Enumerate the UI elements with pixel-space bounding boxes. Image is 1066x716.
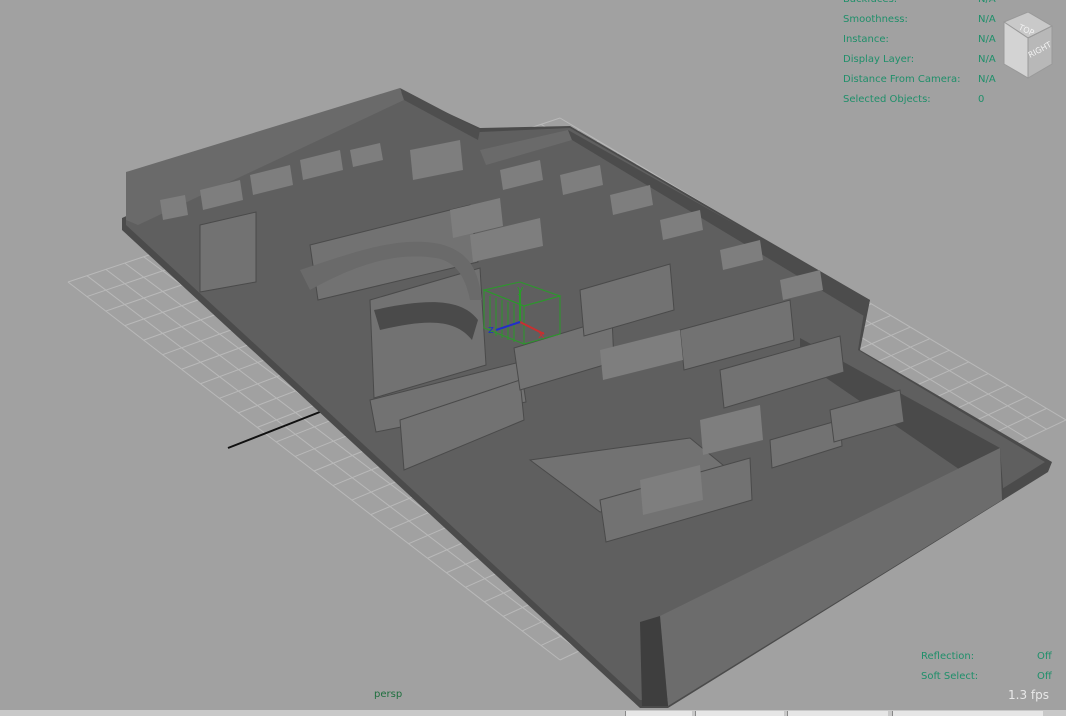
hud-label: Instance: bbox=[843, 34, 889, 45]
grid-axis-line bbox=[227, 407, 331, 449]
toolbar-slot[interactable] bbox=[625, 711, 692, 716]
hud-row-smoothness: Smoothness: N/A bbox=[843, 10, 1023, 30]
y-axis-label: y bbox=[517, 283, 524, 296]
hud-label: Distance From Camera: bbox=[843, 74, 961, 85]
hud-value: Off bbox=[1037, 651, 1052, 662]
hud-label: Smoothness: bbox=[843, 14, 908, 25]
x-axis-label: x bbox=[538, 328, 545, 341]
hud-row-reflection: Reflection: Off bbox=[921, 647, 1061, 667]
hud-label: Selected Objects: bbox=[843, 94, 931, 105]
hud-label: Reflection: bbox=[921, 651, 975, 662]
hud-render-settings: Reflection: Off Soft Select: Off bbox=[921, 647, 1061, 687]
hud-row-soft-select: Soft Select: Off bbox=[921, 667, 1061, 687]
hud-row-distance-from-camera: Distance From Camera: N/A bbox=[843, 70, 1023, 90]
hud-value: N/A bbox=[978, 34, 996, 45]
building-mesh[interactable] bbox=[122, 88, 1052, 708]
toolbar-slot[interactable] bbox=[892, 711, 1043, 716]
hud-value: N/A bbox=[978, 14, 996, 25]
hud-object-details: Backfaces: N/A Smoothness: N/A Instance:… bbox=[843, 0, 1023, 110]
hud-value: N/A bbox=[978, 74, 996, 85]
hud-row-backfaces: Backfaces: N/A bbox=[843, 0, 1023, 10]
hud-value: 0 bbox=[978, 94, 985, 105]
z-axis-label: z bbox=[488, 323, 494, 336]
hud-label: Backfaces: bbox=[843, 0, 897, 10]
hud-value: N/A bbox=[978, 0, 996, 10]
camera-name-label: persp bbox=[374, 689, 403, 700]
hud-value: N/A bbox=[978, 54, 996, 65]
toolbar-slot[interactable] bbox=[695, 711, 784, 716]
hud-row-selected-objects: Selected Objects: 0 bbox=[843, 90, 1023, 110]
hud-row-instance: Instance: N/A bbox=[843, 30, 1023, 50]
toolbar-slot[interactable] bbox=[787, 711, 888, 716]
hud-label: Soft Select: bbox=[921, 671, 979, 682]
hud-value: Off bbox=[1037, 671, 1052, 682]
perspective-viewport[interactable]: y x z TOP RIGHT Backfaces: N/A Smoothnes… bbox=[0, 0, 1066, 716]
hud-row-display-layer: Display Layer: N/A bbox=[843, 50, 1023, 70]
hud-label: Display Layer: bbox=[843, 54, 915, 65]
fps-readout: 1.3 fps bbox=[1008, 688, 1049, 702]
